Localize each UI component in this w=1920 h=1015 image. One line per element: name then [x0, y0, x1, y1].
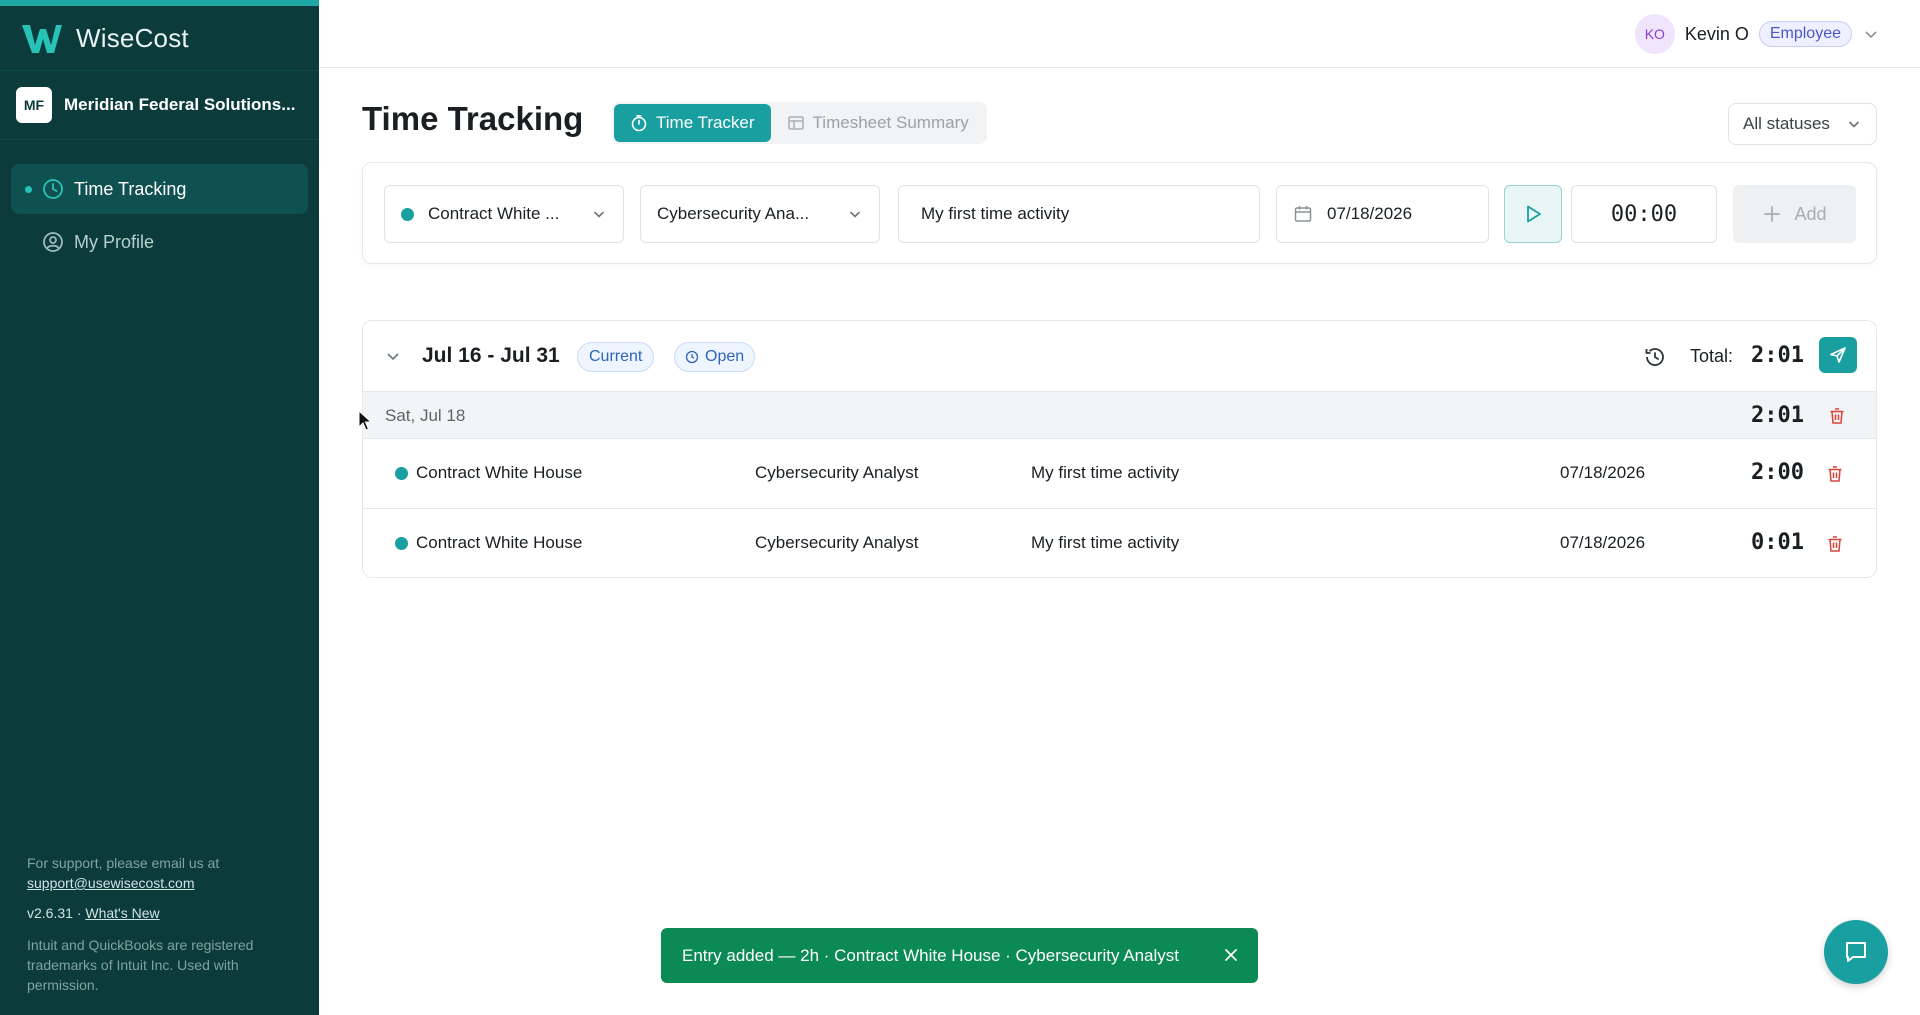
user-circle-icon [42, 231, 64, 253]
contract-color-dot [395, 466, 408, 480]
send-icon [1830, 347, 1846, 363]
sidebar-footer: For support, please email us at support@… [27, 853, 297, 995]
trash-icon[interactable] [1825, 534, 1845, 554]
tab-timesheet-summary[interactable]: Timesheet Summary [771, 104, 985, 142]
day-total: 2:01 [1751, 403, 1804, 428]
contract-select-value: Contract White ... [428, 204, 560, 223]
trash-icon[interactable] [1827, 406, 1847, 426]
entry-contract: Contract White House [395, 533, 582, 553]
org-avatar: MF [16, 87, 52, 123]
mouse-cursor-icon [358, 410, 372, 431]
entry-duration: 0:01 [1751, 530, 1804, 555]
add-entry-button[interactable]: Add [1733, 185, 1856, 243]
close-icon[interactable] [1222, 946, 1240, 964]
sidebar-item-time-tracking[interactable]: Time Tracking [11, 164, 308, 214]
calendar-icon [1294, 206, 1312, 222]
entry-contract: Contract White House [395, 463, 582, 483]
status-badge-label: Open [705, 348, 745, 365]
contract-color-dot [401, 207, 414, 221]
chevron-down-icon [849, 211, 861, 218]
submit-timesheet-button[interactable] [1819, 337, 1857, 373]
avatar: KO [1634, 14, 1675, 54]
period-header: Jul 16 - Jul 31 Current Open Total: 2:01 [363, 321, 1876, 391]
entry-contract-label: Contract White House [416, 533, 583, 552]
tab-label: Timesheet Summary [812, 113, 969, 132]
chevron-down-icon[interactable] [383, 346, 403, 366]
play-icon [1527, 205, 1541, 223]
time-entry-form: Contract White ... Cybersecurity Ana... … [362, 162, 1877, 264]
sidebar: WiseCost MF Meridian Federal Solutions..… [0, 0, 319, 1015]
entry-role: Cybersecurity Analyst [755, 463, 919, 482]
table-row[interactable]: Contract White House Cybersecurity Analy… [363, 509, 1876, 577]
wisecost-logo-icon [22, 25, 62, 53]
contract-color-dot [395, 536, 408, 550]
user-menu[interactable]: KO Kevin O Employee [1634, 14, 1880, 54]
stopwatch-icon [631, 115, 647, 132]
tab-label: Time Tracker [656, 113, 755, 132]
chat-bubble-icon [1846, 942, 1866, 962]
chevron-down-icon [593, 211, 605, 218]
sidebar-nav: Time Tracking My Profile [0, 140, 319, 267]
chevron-down-icon [1848, 121, 1860, 128]
chat-support-button[interactable] [1824, 920, 1888, 984]
history-icon[interactable] [1643, 345, 1667, 369]
entry-role: Cybersecurity Analyst [755, 533, 919, 552]
user-name: Kevin O [1684, 23, 1749, 44]
description-input[interactable]: My first time activity [898, 185, 1260, 243]
org-switcher[interactable]: MF Meridian Federal Solutions... [0, 70, 319, 140]
period-total: 2:01 [1751, 343, 1804, 368]
clock-icon [685, 350, 699, 364]
role-select[interactable]: Cybersecurity Ana... [640, 185, 880, 243]
table-row[interactable]: Contract White House Cybersecurity Analy… [363, 439, 1876, 509]
brand[interactable]: WiseCost [0, 6, 319, 70]
top-header: KO Kevin O Employee [319, 0, 1920, 68]
contract-select[interactable]: Contract White ... [384, 185, 624, 243]
current-badge: Current [577, 342, 655, 372]
support-email-link[interactable]: support@usewisecost.com [27, 875, 195, 891]
app-version: v2.6.31 · [27, 905, 82, 921]
timesheet-period-card: Jul 16 - Jul 31 Current Open Total: 2:01… [362, 320, 1877, 578]
status-filter-value: All statuses [1743, 114, 1830, 133]
description-value: My first time activity [921, 204, 1070, 223]
plus-icon [1764, 206, 1781, 222]
period-range: Jul 16 - Jul 31 [422, 344, 560, 367]
entry-date: 07/18/2026 [1560, 463, 1646, 482]
day-label: Sat, Jul 18 [385, 406, 466, 425]
success-toast: Entry added — 2h · Contract White House … [661, 928, 1258, 983]
support-text: For support, please email us at [27, 855, 220, 871]
entry-date: 07/18/2026 [1560, 533, 1646, 552]
timer-input[interactable]: 00:00 [1571, 185, 1717, 243]
role-badge: Employee [1758, 21, 1852, 47]
trash-icon[interactable] [1825, 464, 1845, 484]
date-picker[interactable]: 07/18/2026 [1276, 185, 1489, 243]
whats-new-link[interactable]: What's New [85, 905, 159, 921]
page-title: Time Tracking [362, 100, 584, 137]
entry-contract-label: Contract White House [416, 463, 583, 482]
version-line: v2.6.31 · What's New [27, 903, 297, 923]
entry-duration: 2:00 [1751, 460, 1804, 485]
org-name: Meridian Federal Solutions... [64, 95, 296, 114]
clock-icon [42, 178, 64, 200]
status-badge: Open [674, 342, 756, 372]
entry-description: My first time activity [1031, 533, 1180, 552]
entry-description: My first time activity [1031, 463, 1180, 482]
chevron-down-icon[interactable] [1862, 25, 1880, 43]
sidebar-item-label: Time Tracking [74, 178, 187, 199]
tab-time-tracker[interactable]: Time Tracker [614, 104, 771, 142]
role-select-value: Cybersecurity Ana... [657, 204, 810, 223]
status-filter-select[interactable]: All statuses [1728, 103, 1877, 145]
date-value: 07/18/2026 [1327, 204, 1413, 223]
table-icon [787, 116, 804, 130]
sidebar-item-label: My Profile [74, 231, 155, 252]
day-group-header: Sat, Jul 18 2:01 [363, 391, 1876, 439]
start-timer-button[interactable] [1504, 185, 1562, 243]
active-indicator [25, 185, 32, 193]
brand-name: WiseCost [76, 22, 189, 53]
sidebar-item-my-profile[interactable]: My Profile [11, 217, 308, 267]
trademark-notice: Intuit and QuickBooks are registered tra… [27, 937, 254, 993]
total-label: Total: [1690, 346, 1734, 366]
add-button-label: Add [1794, 203, 1827, 224]
view-tabs: Time Tracker Timesheet Summary [612, 102, 987, 144]
toast-message: Entry added — 2h · Contract White House … [682, 945, 1179, 965]
